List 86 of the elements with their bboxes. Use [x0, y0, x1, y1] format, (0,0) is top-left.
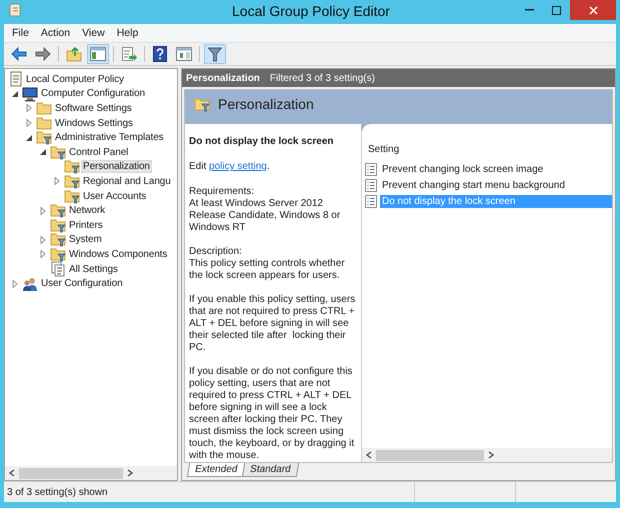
policy-setting-link[interactable]: policy setting — [209, 161, 267, 172]
setting-row[interactable]: Prevent changing lock screen image — [380, 162, 612, 176]
collapsed-arrow-icon[interactable] — [39, 250, 47, 258]
tree-item[interactable]: Control Panel — [67, 146, 130, 159]
tree-item[interactable]: Software Settings — [53, 102, 134, 115]
horizontal-scrollbar[interactable] — [362, 448, 612, 462]
tree-item[interactable]: User Accounts — [81, 190, 148, 203]
collapsed-arrow-icon[interactable] — [25, 119, 33, 128]
tree-item[interactable]: Local Computer Policy — [24, 72, 126, 86]
view-tab[interactable]: Standard — [242, 463, 300, 477]
policy-scroll-icon — [9, 71, 23, 88]
menu-item[interactable]: Action — [34, 26, 76, 40]
horizontal-scrollbar[interactable] — [5, 466, 177, 480]
collapsed-arrow-icon[interactable] — [11, 280, 19, 288]
folder-filter-icon — [64, 159, 80, 174]
section-heading: Description: — [189, 246, 243, 258]
description-text: If you enable this policy setting, users that are not required to press CTRL + ALT + DEL before signing in will see their selected tile after locking their PC. — [189, 294, 356, 354]
tree-item[interactable]: Windows Settings — [53, 116, 135, 130]
collapsed-arrow-icon[interactable] — [53, 177, 61, 186]
expanded-arrow-icon[interactable] — [25, 134, 33, 142]
maximize-icon — [552, 6, 561, 14]
tree-item[interactable]: All Settings — [67, 262, 120, 276]
folder-filter-icon — [50, 232, 66, 248]
edit-sentence: Edit policy setting. — [189, 161, 271, 173]
menu-item[interactable]: View — [76, 26, 111, 40]
description-text: This policy setting controls whether the lock screen appears for users. — [189, 258, 346, 282]
collapsed-arrow-icon[interactable] — [39, 236, 47, 244]
console-tree-icon — [90, 47, 106, 61]
folder-icon — [36, 116, 52, 130]
folder-filter-icon — [50, 144, 66, 160]
forward-arrow-icon — [35, 47, 51, 61]
back-arrow-icon — [11, 47, 27, 61]
close-icon — [588, 6, 598, 14]
folder-filter-icon — [50, 218, 66, 233]
tree-item[interactable]: Administrative Templates — [53, 131, 166, 144]
expanded-arrow-icon[interactable] — [11, 90, 19, 98]
setting-row[interactable]: Prevent changing start menu background — [380, 178, 612, 192]
policy-setting-icon — [365, 162, 377, 176]
view-tab[interactable]: Extended — [186, 463, 246, 477]
tree-item[interactable]: Printers — [67, 218, 105, 232]
scroll-right-icon[interactable] — [126, 469, 134, 477]
banner-title: Personalization — [218, 96, 314, 112]
tree-item[interactable]: User Configuration — [39, 277, 125, 290]
column-header[interactable]: Setting — [364, 142, 612, 161]
tree-item[interactable]: System — [67, 233, 104, 246]
description-text: At least Windows Server 2012 Release Candidate, Windows 8 or Windows RT — [189, 198, 342, 234]
tree-item[interactable]: Windows Components — [67, 248, 170, 261]
setting-title: Do not display the lock screen — [189, 136, 334, 148]
folder-filter-icon — [194, 97, 210, 112]
tree-item[interactable]: Regional and Langu — [81, 174, 173, 188]
close-button[interactable] — [570, 0, 616, 20]
export-list-icon — [121, 46, 137, 62]
window-title: Local Group Policy Editor — [232, 3, 390, 19]
expanded-arrow-icon[interactable] — [39, 148, 47, 156]
filter-status: Filtered 3 of 3 setting(s) — [270, 72, 375, 84]
section-heading: Requirements: — [189, 186, 256, 198]
scroll-left-icon[interactable] — [8, 469, 16, 477]
scroll-right-icon[interactable] — [487, 451, 495, 459]
menu-item[interactable]: Help — [110, 26, 144, 40]
menu-item[interactable]: File — [6, 26, 35, 40]
minimize-icon — [525, 9, 534, 11]
description-text: If you disable or do not configure this policy setting, users that are not required to press CTRL + ALT + DEL before signing in will see a lock screen after locking their PC. They must dismiss the lock screen using touch, the keyboard, or by dragging it with the mouse. — [189, 366, 356, 462]
collapsed-arrow-icon[interactable] — [25, 104, 33, 112]
folder-filter-icon — [36, 130, 52, 146]
computer-icon — [22, 86, 38, 102]
users-icon — [22, 276, 38, 292]
filter-icon — [208, 46, 222, 62]
scroll-left-icon[interactable] — [365, 451, 373, 459]
action-pane-icon — [176, 47, 192, 61]
help-icon — [153, 46, 167, 62]
pane-title: Personalization — [186, 72, 260, 84]
collapsed-arrow-icon[interactable] — [39, 206, 47, 215]
folder-filter-icon — [50, 203, 66, 218]
tree-item[interactable]: Network — [67, 204, 107, 218]
policy-setting-icon — [365, 194, 377, 208]
folder-filter-icon — [64, 188, 80, 204]
policy-setting-icon — [365, 178, 377, 192]
folder-icon — [36, 101, 52, 116]
tree-item[interactable]: Computer Configuration — [39, 87, 147, 100]
scroll-icon — [8, 3, 22, 19]
tree-item[interactable]: Personalization — [81, 160, 152, 174]
folder-filter-icon — [64, 174, 80, 189]
folder-up-icon — [66, 46, 82, 62]
settings-list-icon — [50, 261, 66, 278]
folder-filter-icon — [50, 246, 66, 262]
status-text: 3 of 3 setting(s) shown — [6, 486, 109, 498]
